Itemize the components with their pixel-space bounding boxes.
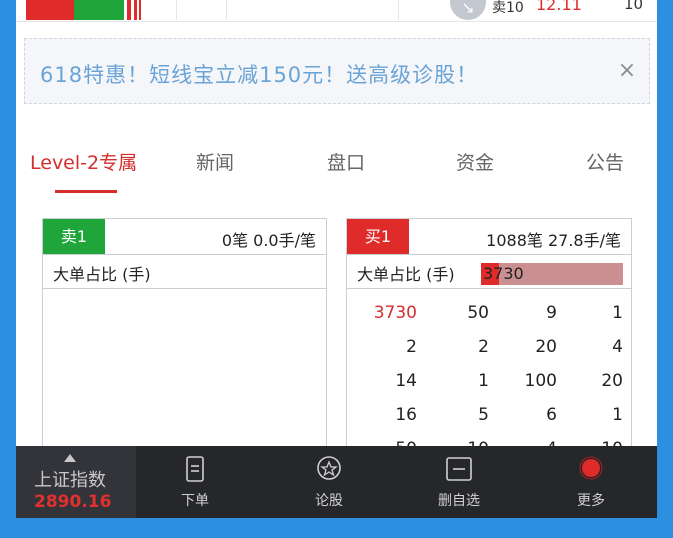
- queue-row: 2 2 20 4: [347, 335, 631, 369]
- large-order-ratio-label: 大单占比 (手): [53, 265, 151, 284]
- expand-up-icon[interactable]: [64, 454, 76, 462]
- index-ticker[interactable]: 上证指数 2890.16: [16, 446, 136, 518]
- nav-more-button[interactable]: 更多: [546, 446, 636, 518]
- queue-cell: 1: [612, 303, 623, 323]
- app-frame: ↘ 卖10 12.11 10 618特惠！短线宝立减150元！送高级诊股！ × …: [16, 0, 657, 518]
- nav-order-label: 下单: [181, 493, 209, 509]
- remove-watchlist-icon: [446, 457, 472, 481]
- buy1-panel: 买1 1088笔 27.8手/笔 大单占比 (手) 3730 3730 50 9 1 2…: [346, 218, 632, 459]
- queue-cell: 3730: [373, 303, 417, 323]
- sell1-badge: 卖1: [43, 219, 105, 254]
- nav-remove-watchlist-button[interactable]: 删自选: [414, 446, 504, 518]
- queue-cell: 14: [395, 371, 417, 391]
- nav-more-label: 更多: [577, 493, 605, 509]
- volume-bar-red: [26, 0, 74, 20]
- sell1-ratio-row: 大单占比 (手): [43, 255, 326, 289]
- queue-cell: 20: [535, 337, 557, 357]
- volume-bar-mini: [139, 0, 141, 20]
- divider: [398, 0, 399, 20]
- volume-bar-green: [74, 0, 124, 20]
- buy1-header: 买1 1088笔 27.8手/笔: [347, 219, 631, 255]
- large-order-ratio-value: 3730: [483, 264, 524, 283]
- active-tab-indicator: [55, 190, 117, 193]
- queue-row: 14 1 100 20: [347, 369, 631, 403]
- index-value: 2890.16: [34, 492, 112, 512]
- index-name: 上证指数: [34, 470, 106, 491]
- tab-news[interactable]: 新闻: [196, 148, 234, 175]
- sell10-volume: 10: [624, 0, 644, 13]
- bottom-nav: 上证指数 2890.16 下单 论股 删自选 更多: [16, 446, 657, 518]
- top-strip: ↘ 卖10 12.11 10: [16, 0, 657, 22]
- queue-cell: 6: [546, 405, 557, 425]
- tab-bar: Level-2专属 新闻 盘口 资金 公告: [16, 130, 657, 200]
- scroll-arrow-icon[interactable]: ↘: [450, 0, 486, 20]
- tab-announcements[interactable]: 公告: [586, 148, 624, 175]
- volume-bar-mini: [127, 0, 131, 20]
- buy1-ratio-row: 大单占比 (手) 3730: [347, 255, 631, 289]
- sell10-label: 卖10: [492, 0, 524, 16]
- promo-banner[interactable]: 618特惠！短线宝立减150元！送高级诊股！ ×: [24, 38, 650, 104]
- tab-level2[interactable]: Level-2专属: [30, 148, 137, 175]
- large-order-ratio-label: 大单占比 (手): [357, 265, 455, 284]
- buy1-stat: 1088笔 27.8手/笔: [486, 231, 621, 250]
- nav-discuss-button[interactable]: 论股: [284, 446, 374, 518]
- queue-cell: 100: [524, 371, 557, 391]
- queue-row: 16 5 6 1: [347, 403, 631, 437]
- sell1-panel: 卖1 0笔 0.0手/笔 大单占比 (手): [42, 218, 327, 458]
- divider: [176, 0, 177, 20]
- nav-discuss-label: 论股: [315, 493, 343, 509]
- sell1-stat: 0笔 0.0手/笔: [221, 231, 316, 250]
- queue-cell: 9: [546, 303, 557, 323]
- queue-cell: 1: [478, 371, 489, 391]
- page-indicator: [320, 512, 346, 518]
- sell1-header: 卖1 0笔 0.0手/笔: [43, 219, 326, 255]
- queue-cell: 5: [478, 405, 489, 425]
- queue-cell: 20: [601, 371, 623, 391]
- sell10-price: 12.11: [536, 0, 582, 14]
- order-icon: [186, 456, 204, 482]
- more-icon: [579, 456, 603, 480]
- nav-remove-watchlist-label: 删自选: [438, 493, 480, 509]
- queue-cell: 2: [406, 337, 417, 357]
- large-order-ratio-bar: 3730: [481, 263, 623, 285]
- discuss-icon: [317, 456, 341, 480]
- queue-cell: 16: [395, 405, 417, 425]
- tab-funds[interactable]: 资金: [456, 148, 494, 175]
- queue-cell: 50: [467, 303, 489, 323]
- tab-quote[interactable]: 盘口: [327, 148, 365, 175]
- spacer: [16, 104, 657, 118]
- queue-row: 3730 50 9 1: [347, 301, 631, 335]
- close-icon[interactable]: ×: [613, 57, 641, 85]
- promo-text[interactable]: 618特惠！短线宝立减150元！送高级诊股！: [40, 59, 478, 89]
- nav-order-button[interactable]: 下单: [150, 446, 240, 518]
- queue-cell: 4: [612, 337, 623, 357]
- queue-cell: 1: [612, 405, 623, 425]
- queue-cell: 2: [478, 337, 489, 357]
- volume-bar-mini: [134, 0, 137, 20]
- buy1-badge: 买1: [347, 219, 409, 254]
- divider: [226, 0, 227, 20]
